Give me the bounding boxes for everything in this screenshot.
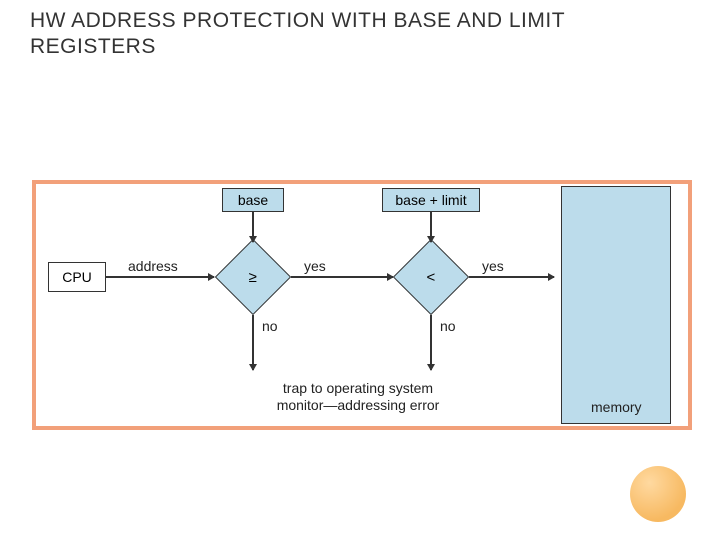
compare-ge-diamond: ≥ — [215, 239, 291, 315]
compare-ge-symbol: ≥ — [249, 268, 257, 285]
compare-lt-symbol: < — [427, 268, 436, 285]
lt-no-label: no — [440, 318, 456, 334]
arrow-limit-to-lt — [430, 212, 432, 242]
lt-yes-label: yes — [482, 258, 504, 274]
decorative-circle-icon — [630, 466, 686, 522]
arrow-ge-yes — [291, 276, 393, 278]
arrow-base-to-ge — [252, 212, 254, 242]
address-label: address — [128, 258, 178, 274]
diagram: CPU base base + limit memory ≥ < address… — [36, 184, 688, 426]
base-plus-limit-box: base + limit — [382, 188, 480, 212]
ge-no-label: no — [262, 318, 278, 334]
base-register-box: base — [222, 188, 284, 212]
cpu-box: CPU — [48, 262, 106, 292]
trap-line2: monitor—addressing error — [277, 397, 440, 413]
arrow-ge-no — [252, 315, 254, 370]
diagram-frame: CPU base base + limit memory ≥ < address… — [32, 180, 692, 430]
memory-box — [561, 186, 671, 424]
compare-lt-diamond: < — [393, 239, 469, 315]
arrow-cpu-to-ge — [106, 276, 214, 278]
arrow-lt-yes — [469, 276, 554, 278]
ge-yes-label: yes — [304, 258, 326, 274]
page-title: HW ADDRESS PROTECTION WITH BASE AND LIMI… — [30, 8, 690, 61]
trap-text: trap to operating system monitor—address… — [258, 380, 458, 414]
arrow-lt-no — [430, 315, 432, 370]
memory-label: memory — [591, 399, 642, 415]
trap-line1: trap to operating system — [283, 380, 433, 396]
